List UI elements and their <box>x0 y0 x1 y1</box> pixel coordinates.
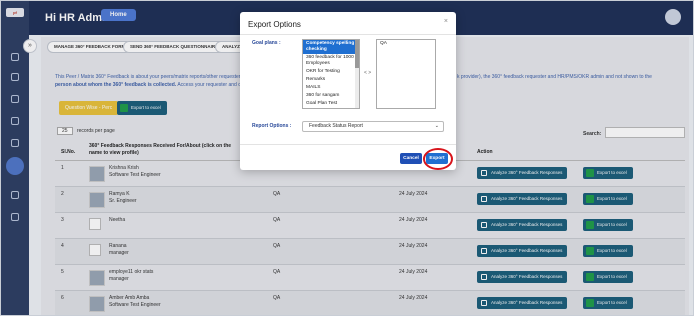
modal-footer-divider <box>240 144 456 145</box>
goal-plan-option[interactable]: MAILS <box>303 84 359 92</box>
list-scrollbar[interactable] <box>355 40 359 108</box>
goal-plan-option[interactable]: 360 for sangam <box>303 92 359 100</box>
goal-plans-label: Goal plans : <box>252 40 281 46</box>
app-frame: pf Hi HR Admin Home » MANAGE 360° FEEDBA… <box>0 0 694 316</box>
modal-title: Export Options <box>248 20 301 29</box>
report-options-select[interactable]: Feedback Status Report ⌄ <box>302 121 444 132</box>
report-options-value: Feedback Status Report <box>309 123 363 129</box>
highlight-circle <box>423 148 453 170</box>
goal-plan-option[interactable]: Competency spelling checking <box>303 40 359 54</box>
selected-plan-option[interactable]: QA <box>377 40 435 48</box>
export-options-modal: Export Options × Goal plans : Competency… <box>240 12 456 170</box>
move-arrows-icon[interactable]: < > <box>364 70 371 76</box>
selected-plans-list[interactable]: QA <box>376 39 436 109</box>
goal-plan-option[interactable]: 360 feedback for 1000 Employees <box>303 54 359 68</box>
cancel-button[interactable]: Cancel <box>400 153 422 164</box>
goal-plan-option[interactable]: OKR for Testing <box>303 68 359 76</box>
close-icon[interactable]: × <box>444 18 448 25</box>
goal-plans-list[interactable]: Competency spelling checking 360 feedbac… <box>302 39 360 109</box>
modal-divider <box>240 34 456 35</box>
chevron-down-icon: ⌄ <box>434 123 439 129</box>
report-options-label: Report Options : <box>252 123 292 129</box>
goal-plan-option[interactable]: Goal Plan Test <box>303 100 359 108</box>
goal-plan-option[interactable]: Remarks <box>303 76 359 84</box>
